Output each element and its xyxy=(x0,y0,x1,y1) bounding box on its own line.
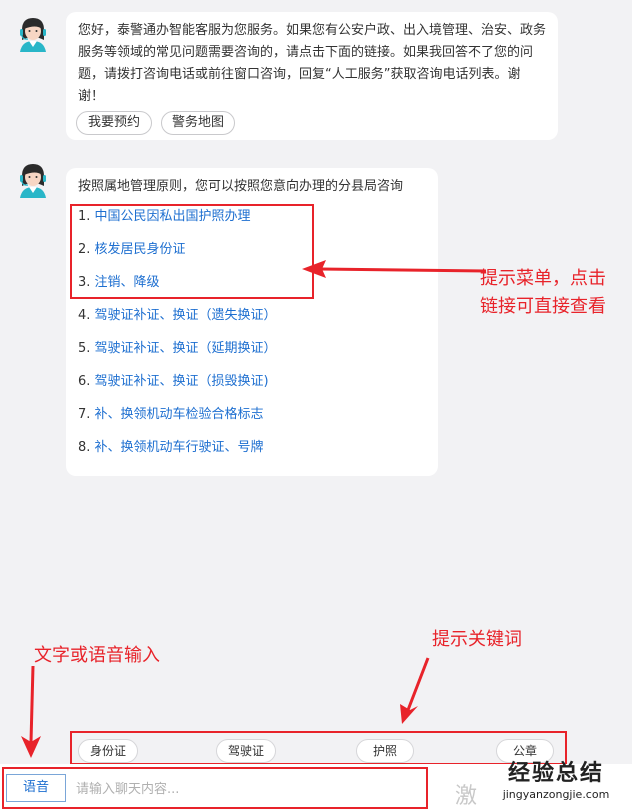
watermark-partial-text: 激 xyxy=(455,784,478,809)
site-watermark: 经验总结 jingyanzongjie.com xyxy=(486,760,626,801)
input-hint-annotation: 文字或语音输入 xyxy=(34,645,160,666)
watermark-url: jingyanzongjie.com xyxy=(502,788,610,801)
menu-highlight-box xyxy=(70,204,314,299)
menu-link-label: 驾驶证补证、换证（损毁换证) xyxy=(94,374,269,389)
menu-hint-annotation: 提示菜单，点击 链接可直接查看 xyxy=(480,268,606,317)
police-map-button[interactable]: 警务地图 xyxy=(161,111,235,135)
keyword-chip-driver-license[interactable]: 驾驶证 xyxy=(216,739,276,763)
menu-link-label: 补、换领机动车行驶证、号牌 xyxy=(94,440,264,455)
menu-link-label: 补、换领机动车检验合格标志 xyxy=(94,407,264,422)
customer-service-avatar xyxy=(20,18,46,52)
welcome-message-text: 您好，泰警通办智能客服为您服务。如果您有公安户政、出入境管理、治安、政务服务等领… xyxy=(78,23,547,104)
menu-link-label: 驾驶证补证、换证（遗失换证） xyxy=(94,308,277,323)
arrow-down-icon xyxy=(400,657,430,724)
keyword-chip-id-card[interactable]: 身份证 xyxy=(78,739,138,763)
menu-intro-text: 按照属地管理原则，您可以按照您意向办理的分县局咨询 xyxy=(78,179,404,194)
menu-link-inspection-mark[interactable]: 7. 补、换领机动车检验合格标志 xyxy=(78,406,264,424)
keyword-hint-annotation: 提示关键词 xyxy=(432,629,522,650)
keyword-chip-passport[interactable]: 护照 xyxy=(356,739,414,763)
arrow-down-icon xyxy=(21,665,41,758)
watermark-title: 经验总结 xyxy=(507,761,604,786)
menu-link-license-damaged[interactable]: 6. 驾驶证补证、换证（损毁换证) xyxy=(78,373,269,391)
menu-link-vehicle-license[interactable]: 8. 补、换领机动车行驶证、号牌 xyxy=(78,439,264,457)
input-highlight-box xyxy=(2,767,428,809)
menu-link-label: 驾驶证补证、换证（延期换证） xyxy=(94,341,277,356)
menu-link-license-lost[interactable]: 4. 驾驶证补证、换证（遗失换证） xyxy=(78,307,277,325)
menu-link-license-extend[interactable]: 5. 驾驶证补证、换证（延期换证） xyxy=(78,340,277,358)
customer-service-avatar xyxy=(20,164,46,198)
appointment-button[interactable]: 我要预约 xyxy=(76,111,152,135)
arrow-left-icon xyxy=(302,260,487,278)
